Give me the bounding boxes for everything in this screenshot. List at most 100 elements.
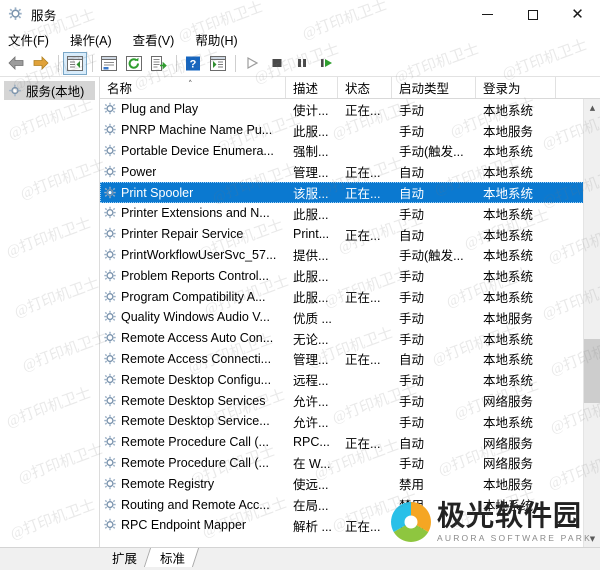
- cell-service-name: Power: [100, 165, 286, 179]
- cell-description: RPC...: [293, 435, 330, 450]
- table-row[interactable]: PrintWorkflowUserSvc_57... 提供... 手动(触发... 本…: [100, 245, 600, 266]
- window-controls: ✕: [465, 0, 600, 29]
- cell-service-name: Print Spooler: [100, 186, 286, 200]
- column-header-log-on-as[interactable]: 登录为: [476, 77, 556, 98]
- table-row[interactable]: Printer Extensions and N... 此服... 手动 本地系统: [100, 203, 600, 224]
- table-row[interactable]: Remote Access Auto Con... 无论... 手动 本地系统: [100, 328, 600, 349]
- stop-service-icon[interactable]: [265, 52, 289, 75]
- table-row[interactable]: Print Spooler 该服... 正在... 自动 本地系统: [100, 182, 600, 203]
- column-header-name[interactable]: 名称 ˄: [100, 77, 286, 98]
- table-row[interactable]: Printer Repair Service Print... 正在... 自动 本地系…: [100, 224, 600, 245]
- minimize-button[interactable]: [465, 0, 510, 29]
- cell-startup-type: 自动: [399, 436, 425, 451]
- properties-icon[interactable]: [97, 52, 121, 75]
- cell-log-on-as: 网络服务: [483, 436, 534, 451]
- toolbar-separator: [58, 54, 59, 72]
- export-list-icon[interactable]: [147, 52, 171, 75]
- services-list[interactable]: Plug and Play 使计... 正在... 手动 本地系统 PNRP Machin…: [100, 99, 600, 547]
- show-action-pane-icon[interactable]: [206, 52, 230, 75]
- restart-service-icon[interactable]: [315, 52, 339, 75]
- table-row[interactable]: Remote Access Connecti... 管理... 正在... 自动 本地系…: [100, 349, 600, 370]
- column-header-startup-type-label: 启动类型: [399, 82, 450, 96]
- tree-item-label: 服务(本地): [26, 85, 85, 99]
- cell-service-name: Plug and Play: [100, 102, 286, 116]
- table-row[interactable]: Remote Desktop Services 允许... 手动 网络服务: [100, 390, 600, 411]
- maximize-button[interactable]: [510, 0, 555, 29]
- cell-log-on-as: 本地系统: [483, 353, 534, 368]
- service-name-label: Remote Access Auto Con...: [121, 331, 274, 346]
- cell-service-name: Remote Registry: [100, 477, 286, 491]
- cell-status: 正在...: [345, 353, 381, 368]
- toolbar-separator: [92, 54, 93, 72]
- table-row[interactable]: Quality Windows Audio V... 优质 ... 手动 本地服务: [100, 307, 600, 328]
- menu-action[interactable]: 操作(A): [70, 30, 112, 49]
- service-name-label: Routing and Remote Acc...: [121, 497, 270, 512]
- show-hide-tree-icon[interactable]: [63, 51, 87, 75]
- service-gear-icon: [103, 373, 117, 387]
- help-icon[interactable]: ?: [181, 52, 205, 75]
- cell-description: 此服...: [293, 207, 329, 222]
- cell-status: 正在...: [345, 519, 381, 534]
- cell-service-name: Portable Device Enumera...: [100, 144, 286, 158]
- cell-service-name: Remote Access Auto Con...: [100, 331, 286, 345]
- table-row[interactable]: Portable Device Enumera... 强制... 手动(触发... 本…: [100, 141, 600, 162]
- cell-description: 在 W...: [293, 457, 331, 472]
- table-row[interactable]: Remote Desktop Configu... 远程... 手动 本地系统: [100, 369, 600, 390]
- table-row[interactable]: Remote Procedure Call (... RPC... 正在... 自动 网…: [100, 432, 600, 453]
- table-row[interactable]: Remote Desktop Service... 允许... 手动 本地系统: [100, 411, 600, 432]
- table-row[interactable]: PNRP Machine Name Pu... 此服... 手动 本地服务: [100, 120, 600, 141]
- menu-file[interactable]: 文件(F): [8, 30, 49, 49]
- tab-standard[interactable]: 标准: [144, 548, 200, 567]
- cell-description: 此服...: [293, 270, 329, 285]
- menu-help[interactable]: 帮助(H): [195, 30, 237, 49]
- start-service-icon[interactable]: [240, 52, 264, 75]
- tree-item-services-local[interactable]: 服务(本地): [4, 81, 95, 100]
- refresh-icon[interactable]: [122, 52, 146, 75]
- cell-startup-type: 手动: [399, 311, 425, 326]
- column-header-status[interactable]: 状态: [338, 77, 392, 98]
- column-header-startup-type[interactable]: 启动类型: [392, 77, 476, 98]
- tab-extended[interactable]: 扩展: [96, 548, 152, 567]
- table-row[interactable]: RPC Endpoint Mapper 解析 ... 正在... 自动: [100, 515, 600, 536]
- service-name-label: Remote Access Connecti...: [121, 351, 272, 366]
- toolbar-separator: [176, 54, 177, 72]
- svg-text:?: ?: [190, 58, 197, 70]
- cell-service-name: Quality Windows Audio V...: [100, 310, 286, 324]
- table-row[interactable]: Remote Procedure Call (... 在 W... 手动 网络服务: [100, 453, 600, 474]
- cell-startup-type: 自动: [399, 166, 425, 181]
- cell-description: 解析 ...: [293, 519, 332, 534]
- service-name-label: Power: [121, 164, 157, 179]
- cell-status: 正在...: [345, 187, 381, 202]
- vertical-scrollbar[interactable]: ▲ ▼: [583, 99, 600, 547]
- service-name-label: Program Compatibility A...: [121, 289, 266, 304]
- scrollbar-thumb[interactable]: [584, 339, 600, 403]
- table-row[interactable]: Plug and Play 使计... 正在... 手动 本地系统: [100, 99, 600, 120]
- cell-log-on-as: 网络服务: [483, 395, 534, 410]
- close-button[interactable]: ✕: [555, 0, 600, 29]
- scroll-up-arrow-icon[interactable]: ▲: [584, 99, 600, 116]
- table-row[interactable]: Problem Reports Control... 此服... 手动 本地系统: [100, 265, 600, 286]
- cell-startup-type: 手动: [399, 332, 425, 347]
- table-row[interactable]: Remote Registry 使远... 禁用 本地服务: [100, 473, 600, 494]
- service-gear-icon: [103, 435, 117, 449]
- toolbar-separator: [235, 54, 236, 72]
- cell-service-name: Remote Procedure Call (...: [100, 456, 286, 470]
- table-row[interactable]: Program Compatibility A... 此服... 正在... 手动 本地…: [100, 286, 600, 307]
- table-row[interactable]: Routing and Remote Acc... 在局... 禁用 本地系统: [100, 494, 600, 515]
- cell-log-on-as: 本地系统: [483, 332, 534, 347]
- forward-icon[interactable]: [29, 52, 53, 75]
- column-header-description[interactable]: 描述: [286, 77, 338, 98]
- cell-startup-type: 手动: [399, 103, 425, 118]
- cell-log-on-as: 本地系统: [483, 499, 534, 514]
- service-name-label: Remote Desktop Configu...: [121, 372, 272, 387]
- table-row[interactable]: Power 管理... 正在... 自动 本地系统: [100, 161, 600, 182]
- sort-ascending-icon: ˄: [188, 80, 193, 90]
- service-name-label: Plug and Play: [121, 102, 199, 117]
- cell-startup-type: 手动(触发...: [399, 249, 464, 264]
- menu-view[interactable]: 查看(V): [133, 30, 175, 49]
- cell-description: 无论...: [293, 332, 329, 347]
- back-icon[interactable]: [4, 52, 28, 75]
- service-gear-icon: [103, 144, 117, 158]
- pause-service-icon[interactable]: [290, 52, 314, 75]
- scroll-down-arrow-icon[interactable]: ▼: [584, 530, 600, 547]
